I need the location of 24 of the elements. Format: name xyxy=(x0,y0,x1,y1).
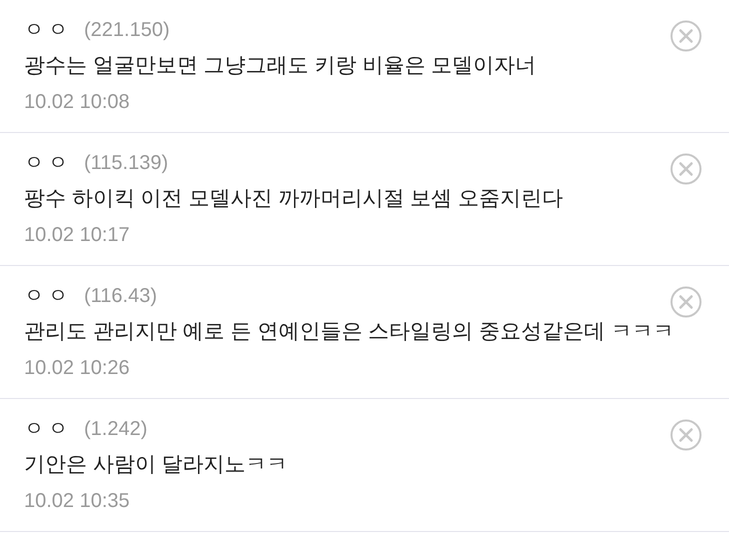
ip-address: (221.150) xyxy=(84,18,170,43)
delete-button[interactable] xyxy=(670,153,702,185)
close-icon xyxy=(670,20,702,52)
comment-date: 10.02 10:35 xyxy=(24,489,130,514)
ip-address: (1.242) xyxy=(84,417,148,442)
comment-date: 10.02 10:26 xyxy=(24,356,130,381)
close-icon xyxy=(670,286,702,318)
author-name: ㅇㅇ xyxy=(24,284,72,309)
ip-address: (115.139) xyxy=(84,151,168,176)
comment-text: 광수는 얼굴만보면 그냥그래도 키랑 비율은 모델이자너 xyxy=(24,53,538,79)
comment-text: 기안은 사람이 달라지노ㅋㅋ xyxy=(24,452,289,478)
comment-date: 10.02 10:17 xyxy=(24,223,130,248)
author-name: ㅇㅇ xyxy=(24,18,72,43)
delete-button[interactable] xyxy=(670,419,702,451)
author-name: ㅇㅇ xyxy=(24,417,72,442)
comment-text: 관리도 관리지만 예로 든 연예인들은 스타일링의 중요성같은데 ㅋㅋㅋ xyxy=(24,319,674,345)
close-icon xyxy=(670,419,702,451)
author-name: ㅇㅇ xyxy=(24,151,72,176)
delete-button[interactable] xyxy=(670,286,702,318)
close-icon xyxy=(670,153,702,185)
comment-date: 10.02 10:08 xyxy=(24,90,130,115)
ip-address: (116.43) xyxy=(84,284,158,309)
delete-button[interactable] xyxy=(670,20,702,52)
comment-text: 팡수 하이킥 이전 모델사진 까까머리시절 보셈 오줌지린다 xyxy=(24,186,564,212)
